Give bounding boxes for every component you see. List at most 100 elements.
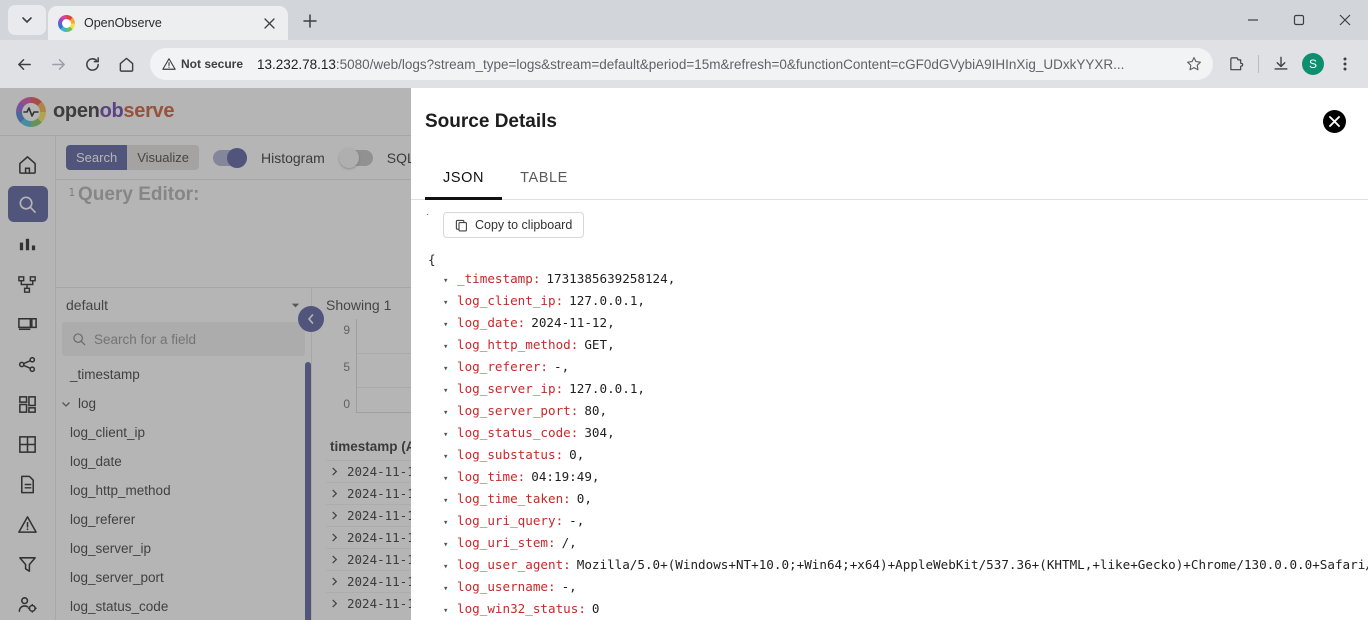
json-viewer: { ▾_timestamp:1731385639258124, ▾log_cli… (425, 250, 1354, 620)
json-value: 0, (569, 445, 584, 464)
window-maximize-button[interactable] (1276, 0, 1322, 40)
tab-title: OpenObserve (84, 16, 251, 30)
json-row[interactable]: ▾ log_uri_stem: /, (425, 533, 1354, 555)
panel-tabs: JSON TABLE (411, 156, 1368, 200)
tab-strip: OpenObserve (0, 0, 1368, 40)
json-row[interactable]: ▾ log_status_code: 304, (425, 423, 1354, 445)
reload-button[interactable] (76, 48, 108, 80)
browser-menu-icon[interactable] (1330, 49, 1360, 79)
tab-table[interactable]: TABLE (502, 156, 586, 199)
json-value: /, (562, 533, 577, 552)
json-row[interactable]: ▾ log_date: 2024-11-12, (425, 313, 1354, 335)
json-key: log_http_method: (457, 335, 578, 354)
expand-caret-icon[interactable]: ▾ (443, 558, 451, 577)
address-bar[interactable]: Not secure 13.232.78.13:5080/web/logs?st… (150, 48, 1213, 80)
json-value: -, (569, 511, 584, 530)
json-key: log_status_code: (457, 423, 578, 442)
json-key: log_uri_stem: (457, 533, 556, 552)
extensions-puzzle-icon[interactable] (1221, 49, 1251, 79)
json-value: -, (554, 357, 569, 376)
browser-window: OpenObserve (0, 0, 1368, 620)
warning-triangle-icon (162, 57, 176, 71)
window-controls (1230, 0, 1368, 40)
json-row[interactable]: ▾log_user_agent:Mozilla/5.0+(Windows+NT+… (425, 555, 1354, 577)
json-key: log_client_ip: (457, 291, 563, 310)
close-icon[interactable] (1323, 110, 1346, 133)
json-row[interactable]: ▾log_referer:-, (425, 357, 1354, 379)
openobserve-favicon-icon (58, 15, 75, 32)
url-text: 13.232.78.13:5080/web/logs?stream_type=l… (257, 57, 1174, 72)
url-host: 13.232.78.13 (257, 57, 336, 72)
json-row[interactable]: ▾ log_server_port: 80, (425, 401, 1354, 423)
expand-caret-icon[interactable]: ▾ (443, 470, 451, 489)
copy-to-clipboard-button[interactable]: Copy to clipboard (443, 212, 584, 238)
json-key: log_server_port: (457, 401, 578, 420)
downloads-icon[interactable] (1266, 49, 1296, 79)
json-value: 0, (577, 489, 592, 508)
json-value: 04:19:49, (531, 467, 599, 486)
profile-avatar[interactable]: S (1298, 49, 1328, 79)
browser-tab-openobserve[interactable]: OpenObserve (48, 6, 288, 40)
expand-caret-icon[interactable]: ▾ (443, 360, 451, 379)
toolbar-divider (1258, 55, 1259, 73)
json-row[interactable]: ▾ log_time_taken: 0, (425, 489, 1354, 511)
panel-title: Source Details (425, 111, 557, 133)
expand-caret-icon[interactable]: ▾ (443, 448, 451, 467)
security-status[interactable]: Not secure (158, 54, 250, 74)
json-key: log_uri_query: (457, 511, 563, 530)
json-row[interactable]: ▾ log_username: -, (425, 577, 1354, 599)
panel-body: · Copy to clipboard { ▾_timestamp:173138… (411, 200, 1368, 620)
json-row[interactable]: ▾ log_client_ip: 127.0.0.1, (425, 291, 1354, 313)
json-row[interactable]: ▾ log_time: 04:19:49, (425, 467, 1354, 489)
expand-caret-icon[interactable]: ▾ (443, 338, 451, 357)
json-key: log_server_ip: (457, 379, 563, 398)
expand-caret-icon[interactable]: ▾ (443, 272, 451, 291)
json-value: 80, (584, 401, 607, 420)
json-value: 304, (584, 423, 614, 442)
tab-search-button[interactable] (8, 5, 46, 35)
back-button[interactable] (8, 48, 40, 80)
json-row[interactable]: ▾log_server_ip:127.0.0.1, (425, 379, 1354, 401)
panel-header: Source Details (411, 88, 1368, 156)
new-tab-button[interactable] (296, 7, 324, 35)
window-minimize-button[interactable] (1230, 0, 1276, 40)
expand-caret-icon[interactable]: ▾ (443, 404, 451, 423)
bookmark-star-icon[interactable] (1181, 56, 1207, 72)
json-key: log_date: (457, 313, 525, 332)
expand-caret-icon[interactable]: ▾ (443, 294, 451, 313)
json-row[interactable]: ▾log_substatus:0, (425, 445, 1354, 467)
home-button[interactable] (110, 48, 142, 80)
avatar-initial: S (1302, 53, 1324, 75)
json-key: log_win32_status: (457, 599, 586, 618)
expand-caret-icon[interactable]: ▾ (443, 316, 451, 335)
copy-icon (455, 219, 468, 232)
json-key: log_time_taken: (457, 489, 571, 508)
json-value: -, (562, 577, 577, 596)
json-value: Mozilla/5.0+(Windows+NT+10.0;+Win64;+x64… (577, 555, 1368, 574)
tab-close-icon[interactable] (260, 14, 278, 32)
json-value: 2024-11-12, (531, 313, 614, 332)
page-viewport: openobserve (0, 88, 1368, 620)
expand-caret-icon[interactable]: ▾ (443, 492, 451, 511)
json-key: log_username: (457, 577, 556, 596)
json-value: 127.0.0.1, (569, 291, 645, 310)
expand-caret-icon[interactable]: ▾ (443, 514, 451, 533)
json-row[interactable]: ▾ log_http_method: GET, (425, 335, 1354, 357)
json-row[interactable]: ▾ log_uri_query: -, (425, 511, 1354, 533)
expand-caret-icon[interactable]: ▾ (443, 602, 451, 620)
expand-caret-icon[interactable]: ▾ (443, 426, 451, 445)
expand-caret-icon[interactable]: ▾ (443, 536, 451, 555)
json-row[interactable]: ▾ log_win32_status: 0 (425, 599, 1354, 620)
json-value: GET, (584, 335, 614, 354)
json-row[interactable]: ▾_timestamp:1731385639258124, (425, 269, 1354, 291)
tab-json[interactable]: JSON (425, 156, 502, 199)
json-key: _timestamp: (457, 269, 540, 288)
body-marker: · (426, 209, 429, 220)
json-key: log_time: (457, 467, 525, 486)
browser-toolbar: Not secure 13.232.78.13:5080/web/logs?st… (0, 40, 1368, 88)
expand-caret-icon[interactable]: ▾ (443, 580, 451, 599)
forward-button[interactable] (42, 48, 74, 80)
expand-caret-icon[interactable]: ▾ (443, 382, 451, 401)
window-close-button[interactable] (1322, 0, 1368, 40)
json-value: 0 (592, 599, 600, 618)
